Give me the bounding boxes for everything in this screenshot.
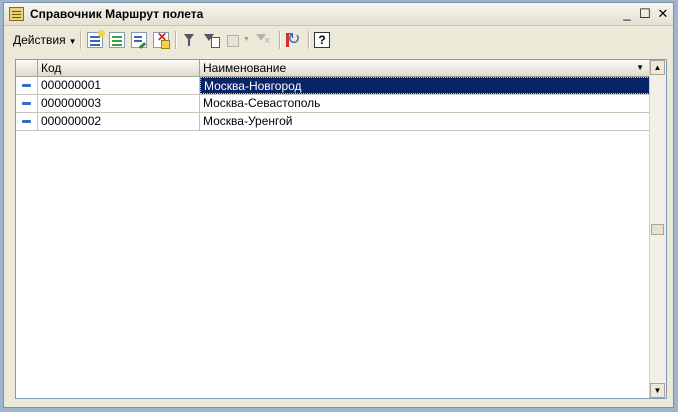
header-icon-column: [16, 60, 38, 76]
row-icon-cell: [16, 113, 38, 130]
refresh-icon[interactable]: [286, 29, 302, 49]
cell-code[interactable]: 000000001: [38, 77, 200, 94]
vertical-scrollbar[interactable]: ▲ ▼: [649, 60, 666, 398]
cell-name[interactable]: Москва-Уренгой: [200, 113, 650, 130]
scroll-thumb[interactable]: [651, 224, 664, 235]
sort-desc-icon: ▼: [636, 63, 644, 72]
help-icon[interactable]: ?: [314, 32, 330, 48]
filter-by-value-icon[interactable]: [203, 32, 220, 48]
chevron-down-icon: ▼: [68, 37, 77, 46]
delete-item-icon[interactable]: [153, 30, 170, 49]
table-header: Код Наименование ▼: [16, 60, 650, 77]
cell-name[interactable]: Москва-Новгород: [200, 77, 650, 94]
toolbar-divider: [80, 31, 82, 49]
row-icon-cell: [16, 77, 38, 94]
window-title: Справочник Маршрут полета: [30, 7, 204, 21]
table-row[interactable]: 000000002 Москва-Уренгой: [16, 113, 650, 131]
add-item-icon[interactable]: [87, 30, 105, 48]
routes-table[interactable]: Код Наименование ▼ 000000001 Москва-Новг…: [15, 59, 667, 399]
edit-item-icon[interactable]: [131, 32, 147, 48]
toolbar-divider: [279, 31, 281, 49]
element-icon: [22, 84, 31, 87]
actions-menu-button[interactable]: Действия ▼: [10, 29, 80, 51]
title-bar[interactable]: Справочник Маршрут полета _ ☐ ✕: [4, 3, 673, 26]
tree-view-icon[interactable]: [225, 32, 241, 48]
clear-filter-icon[interactable]: [255, 32, 271, 48]
column-header-code[interactable]: Код: [38, 60, 200, 76]
cell-code[interactable]: 000000003: [38, 95, 200, 112]
toolbar: Действия▼ ▼ ?: [7, 28, 670, 52]
filter-icon[interactable]: [181, 32, 197, 48]
toolbar-divider: [175, 31, 177, 49]
minimize-button[interactable]: _: [619, 6, 635, 22]
element-icon: [22, 102, 31, 105]
maximize-button[interactable]: ☐: [637, 6, 653, 22]
table-row[interactable]: 000000001 Москва-Новгород: [16, 77, 650, 95]
reference-window: Справочник Маршрут полета _ ☐ ✕ Действия…: [3, 2, 674, 408]
column-header-name-label: Наименование: [203, 61, 287, 75]
toolbar-divider: [308, 31, 310, 49]
cell-code[interactable]: 000000002: [38, 113, 200, 130]
cell-name[interactable]: Москва-Севастополь: [200, 95, 650, 112]
chevron-down-icon[interactable]: ▼: [243, 29, 250, 51]
table-row[interactable]: 000000003 Москва-Севастополь: [16, 95, 650, 113]
scroll-down-button[interactable]: ▼: [650, 383, 665, 398]
scroll-up-button[interactable]: ▲: [650, 60, 665, 75]
close-button[interactable]: ✕: [655, 6, 671, 22]
row-icon-cell: [16, 95, 38, 112]
copy-item-icon[interactable]: [109, 32, 125, 48]
column-header-name[interactable]: Наименование ▼: [200, 60, 650, 76]
catalog-icon: [9, 7, 24, 21]
element-icon: [22, 120, 31, 123]
actions-menu-label: Действия: [13, 33, 66, 47]
